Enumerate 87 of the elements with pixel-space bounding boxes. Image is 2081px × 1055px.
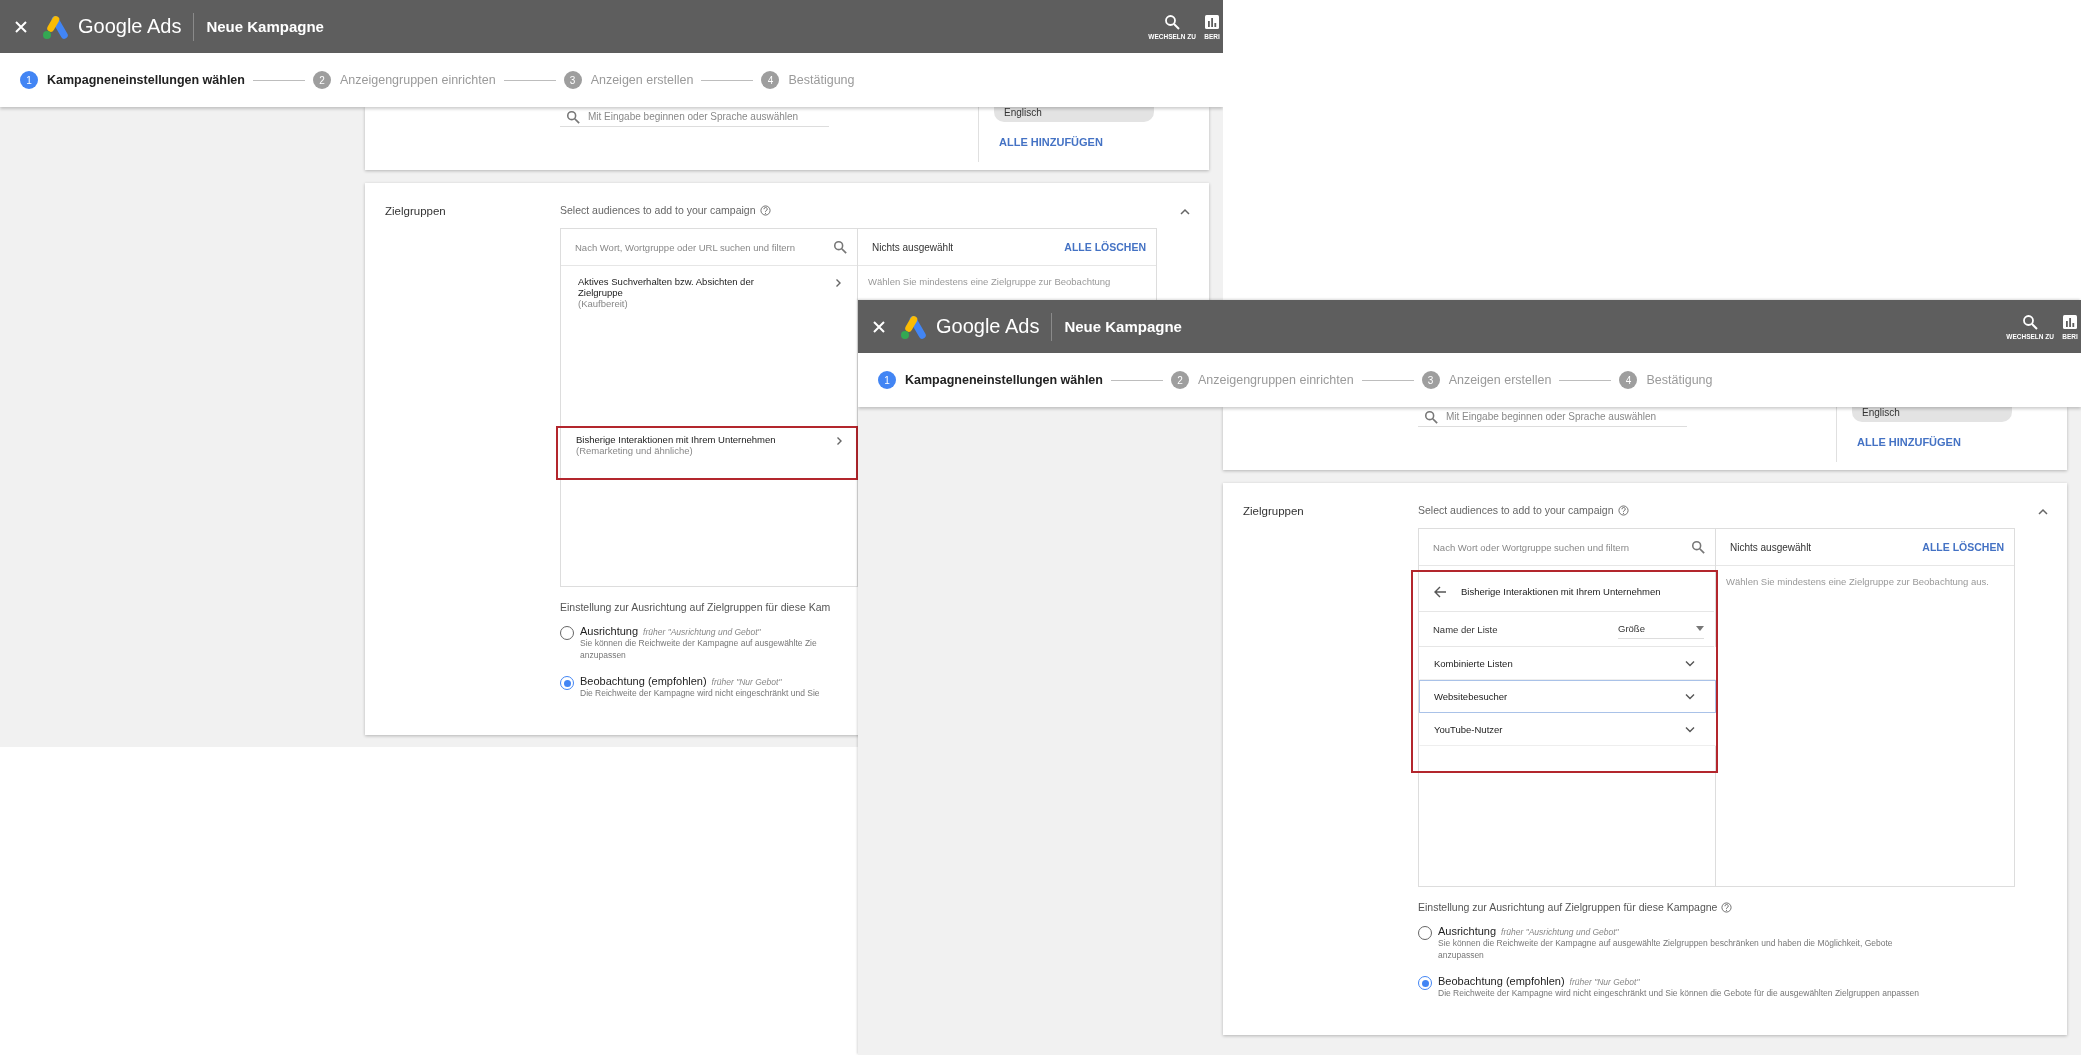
step-label[interactable]: Kampagneneinstellungen wählen	[905, 373, 1103, 387]
logo-icon	[42, 13, 70, 40]
add-all-link[interactable]: ALLE HINZUFÜGEN	[999, 136, 1103, 148]
search-icon	[1691, 540, 1705, 554]
category-title: Bisherige Interaktionen mit Ihrem Unternehmen	[576, 434, 777, 445]
step-number: 3	[563, 71, 582, 89]
add-all-link[interactable]: ALLE HINZUFÜGEN	[1857, 436, 1961, 448]
option-label: Beobachtung (empfohlen)	[1438, 975, 1565, 987]
option-description: Sie können die Reichweite der Kampagne auf ausgewählte Zie	[580, 637, 817, 649]
radio-button[interactable]	[560, 626, 574, 640]
step-number: 4	[761, 71, 780, 89]
back-arrow-icon	[1433, 584, 1447, 599]
category-subtitle: (Remarketing und ähnliche)	[576, 445, 694, 456]
close-icon	[872, 319, 886, 334]
category-subtitle: (Kaufbereit)	[578, 298, 629, 309]
clear-all-link[interactable]: ALLE LÖSCHEN	[1922, 541, 2004, 553]
language-chip[interactable]: Englisch	[994, 107, 1154, 122]
chevron-right-icon	[834, 436, 844, 446]
column-header: Name der Liste	[1433, 623, 1498, 635]
audience-category[interactable]: Bisherige Interaktionen mit Ihrem Unternehmen (Remarketing und ähnliche)	[556, 426, 858, 480]
radio-button[interactable]	[560, 676, 574, 690]
step-label[interactable]: Kampagneneinstellungen wählen	[47, 73, 245, 87]
option-note: früher "Nur Gebot"	[711, 677, 782, 687]
clear-all-link[interactable]: ALLE LÖSCHEN	[1064, 241, 1146, 253]
setting-heading: Einstellung zur Ausrichtung auf Zielgruppen für diese Kampagne	[1418, 901, 1718, 913]
search-icon	[833, 240, 847, 254]
option-label: Beobachtung (empfohlen)	[580, 675, 707, 687]
search-icon	[2022, 313, 2039, 330]
section-label: Zielgruppen	[385, 204, 447, 219]
audience-category[interactable]: Aktives Suchverhalten bzw. Absichten der Zielgruppe (Kaufbereit)	[561, 266, 857, 426]
empty-hint: Wählen Sie mindestens eine Zielgruppe zur Beobachtung	[867, 275, 1112, 289]
list-row[interactable]: YouTube-Nutzer	[1419, 713, 1716, 746]
chevron-down-icon	[1685, 693, 1695, 700]
list-row[interactable]: Kombinierte Listen	[1419, 647, 1716, 680]
dropdown-triangle-icon	[1696, 626, 1704, 631]
close-icon	[14, 19, 28, 34]
empty-hint: Wählen Sie mindestens eine Zielgruppe zur Beobachtung aus.	[1725, 575, 1990, 589]
selection-title: Nichts ausgewählt	[872, 241, 954, 253]
language-chip[interactable]: Englisch	[1852, 407, 2012, 422]
section-prompt: Select audiences to add to your campaign	[560, 204, 756, 216]
selection-title: Nichts ausgewählt	[1730, 541, 1812, 553]
brand-name: Google Ads	[78, 15, 182, 38]
search-placeholder: Nach Wort, Wortgruppe oder URL suchen und filtern	[575, 241, 796, 253]
option-description: Sie können die Reichweite der Kampagne auf ausgewählte Zielgruppen beschränken und haben die Möglichkeit, Gebote	[1438, 937, 1893, 949]
search-icon	[1424, 409, 1438, 424]
radio-button[interactable]	[1418, 926, 1432, 940]
help-icon	[759, 204, 771, 216]
step-number: 4	[1619, 371, 1638, 389]
radio-button[interactable]	[1418, 976, 1432, 990]
bar-chart-icon	[2062, 313, 2078, 330]
setting-heading: Einstellung zur Ausrichtung auf Zielgruppen für diese Kam	[560, 601, 831, 613]
option-description: Die Reichweite der Kampagne wird nicht eingeschränkt und Sie	[580, 687, 820, 699]
step-number: 2	[312, 71, 331, 89]
list-row[interactable]: Websitebesucher	[1419, 680, 1716, 713]
section-label: Zielgruppen	[1243, 504, 1305, 519]
option-note: früher "Ausrichtung und Gebot"	[643, 627, 761, 637]
search-icon	[1164, 13, 1181, 30]
bar-chart-icon	[1204, 13, 1220, 30]
size-dropdown[interactable]: Größe	[1618, 619, 1704, 639]
page-title: Neue Kampagne	[1064, 318, 1182, 335]
option-label: Ausrichtung	[580, 625, 639, 637]
step-number: 3	[1421, 371, 1440, 389]
list-title: Bisherige Interaktionen mit Ihrem Unternehmen	[1461, 586, 1661, 597]
option-note: früher "Nur Gebot"	[1569, 977, 1640, 987]
chevron-right-icon	[833, 278, 843, 288]
search-placeholder: Nach Wort oder Wortgruppe suchen und filtern	[1433, 541, 1630, 553]
search-icon	[566, 109, 580, 124]
audience-search-field[interactable]: Nach Wort, Wortgruppe oder URL suchen und filtern	[561, 229, 857, 266]
language-search-field[interactable]: Mit Eingabe beginnen oder Sprache auswählen	[1418, 407, 1687, 427]
chevron-down-icon	[1685, 726, 1695, 733]
option-label: Ausrichtung	[1438, 925, 1497, 937]
brand-name: Google Ads	[936, 315, 1040, 338]
option-note: früher "Ausrichtung und Gebot"	[1501, 927, 1619, 937]
category-title: Aktives Suchverhalten bzw. Absichten der Zielgruppe	[578, 276, 755, 298]
option-description: anzupassen	[1438, 949, 1485, 961]
option-description: anzupassen	[580, 649, 627, 661]
page-title: Neue Kampagne	[206, 18, 324, 35]
help-icon	[1617, 504, 1629, 516]
step-number: 1	[20, 71, 38, 89]
section-prompt: Select audiences to add to your campaign	[1418, 504, 1614, 516]
chevron-down-icon	[1685, 660, 1695, 667]
logo-icon	[900, 313, 928, 340]
audience-search-field[interactable]: Nach Wort oder Wortgruppe suchen und filtern	[1419, 529, 1715, 566]
language-search-field[interactable]: Mit Eingabe beginnen oder Sprache auswählen	[560, 107, 829, 127]
step-number: 2	[1170, 371, 1189, 389]
option-description: Die Reichweite der Kampagne wird nicht eingeschränkt und Sie können die Gebote für die ausgewählten Zielgruppen anpassen	[1438, 987, 1920, 999]
step-number: 1	[878, 371, 896, 389]
